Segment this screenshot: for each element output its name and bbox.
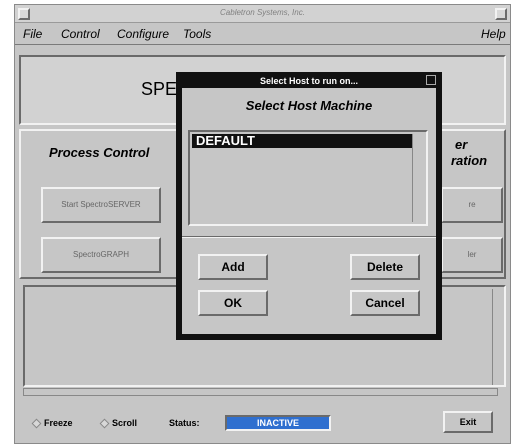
cancel-button[interactable]: Cancel xyxy=(350,290,420,316)
menu-control[interactable]: Control xyxy=(61,27,100,41)
output-horizontal-scrollbar[interactable] xyxy=(23,388,498,396)
dialog-title: Select Host to run on... xyxy=(178,74,440,88)
dialog-separator xyxy=(182,236,436,238)
process-control-title: Process Control xyxy=(49,145,150,160)
delete-button[interactable]: Delete xyxy=(350,254,420,280)
window-titlebar[interactable]: Cabletron Systems, Inc. xyxy=(15,5,510,23)
menubar: File Control Configure Tools Help xyxy=(15,23,510,45)
host-list-scrollbar[interactable] xyxy=(412,134,424,222)
output-vertical-scrollbar[interactable] xyxy=(492,289,502,385)
host-list[interactable]: DEFAULT xyxy=(188,130,428,226)
configuration-button-1[interactable]: re xyxy=(441,187,503,223)
ok-button[interactable]: OK xyxy=(198,290,268,316)
status-label: Status: xyxy=(169,418,200,428)
configuration-title-line2: ration xyxy=(451,153,488,168)
menu-configure[interactable]: Configure xyxy=(117,27,169,41)
configuration-button-2[interactable]: ler xyxy=(441,237,503,273)
spectrograph-button[interactable]: SpectroGRAPH xyxy=(41,237,161,273)
host-list-item[interactable]: DEFAULT xyxy=(192,134,414,148)
window-title: Cabletron Systems, Inc. xyxy=(220,8,305,17)
window-maximize-button[interactable] xyxy=(495,8,507,20)
configuration-panel: er ration re ler xyxy=(435,129,506,279)
freeze-label: Freeze xyxy=(44,418,73,428)
add-button[interactable]: Add xyxy=(198,254,268,280)
brand-title: SPE xyxy=(141,79,178,99)
menu-help[interactable]: Help xyxy=(481,27,506,41)
process-control-panel: Process Control Start SpectroSERVER Spec… xyxy=(19,129,189,279)
freeze-radio-icon[interactable] xyxy=(31,418,42,428)
dialog-heading: Select Host Machine xyxy=(245,98,373,113)
configuration-title-line1: er xyxy=(455,137,468,152)
scroll-toggle[interactable]: Scroll xyxy=(99,418,138,428)
scroll-label: Scroll xyxy=(112,418,138,428)
dialog-close-icon[interactable] xyxy=(426,75,436,85)
exit-button[interactable]: Exit xyxy=(443,411,493,433)
status-value: INACTIVE xyxy=(225,415,331,431)
freeze-toggle[interactable]: Freeze xyxy=(31,418,73,428)
menu-tools[interactable]: Tools xyxy=(183,27,211,41)
dialog-body: Select Host Machine DEFAULT Add Delete O… xyxy=(182,88,436,334)
status-bar: Freeze Scroll Status: INACTIVE Exit xyxy=(19,399,506,439)
scroll-radio-icon[interactable] xyxy=(99,418,110,428)
select-host-dialog: Select Host to run on... Select Host Mac… xyxy=(176,72,442,340)
menu-file[interactable]: File xyxy=(23,27,42,41)
start-spectroserver-button[interactable]: Start SpectroSERVER xyxy=(41,187,161,223)
